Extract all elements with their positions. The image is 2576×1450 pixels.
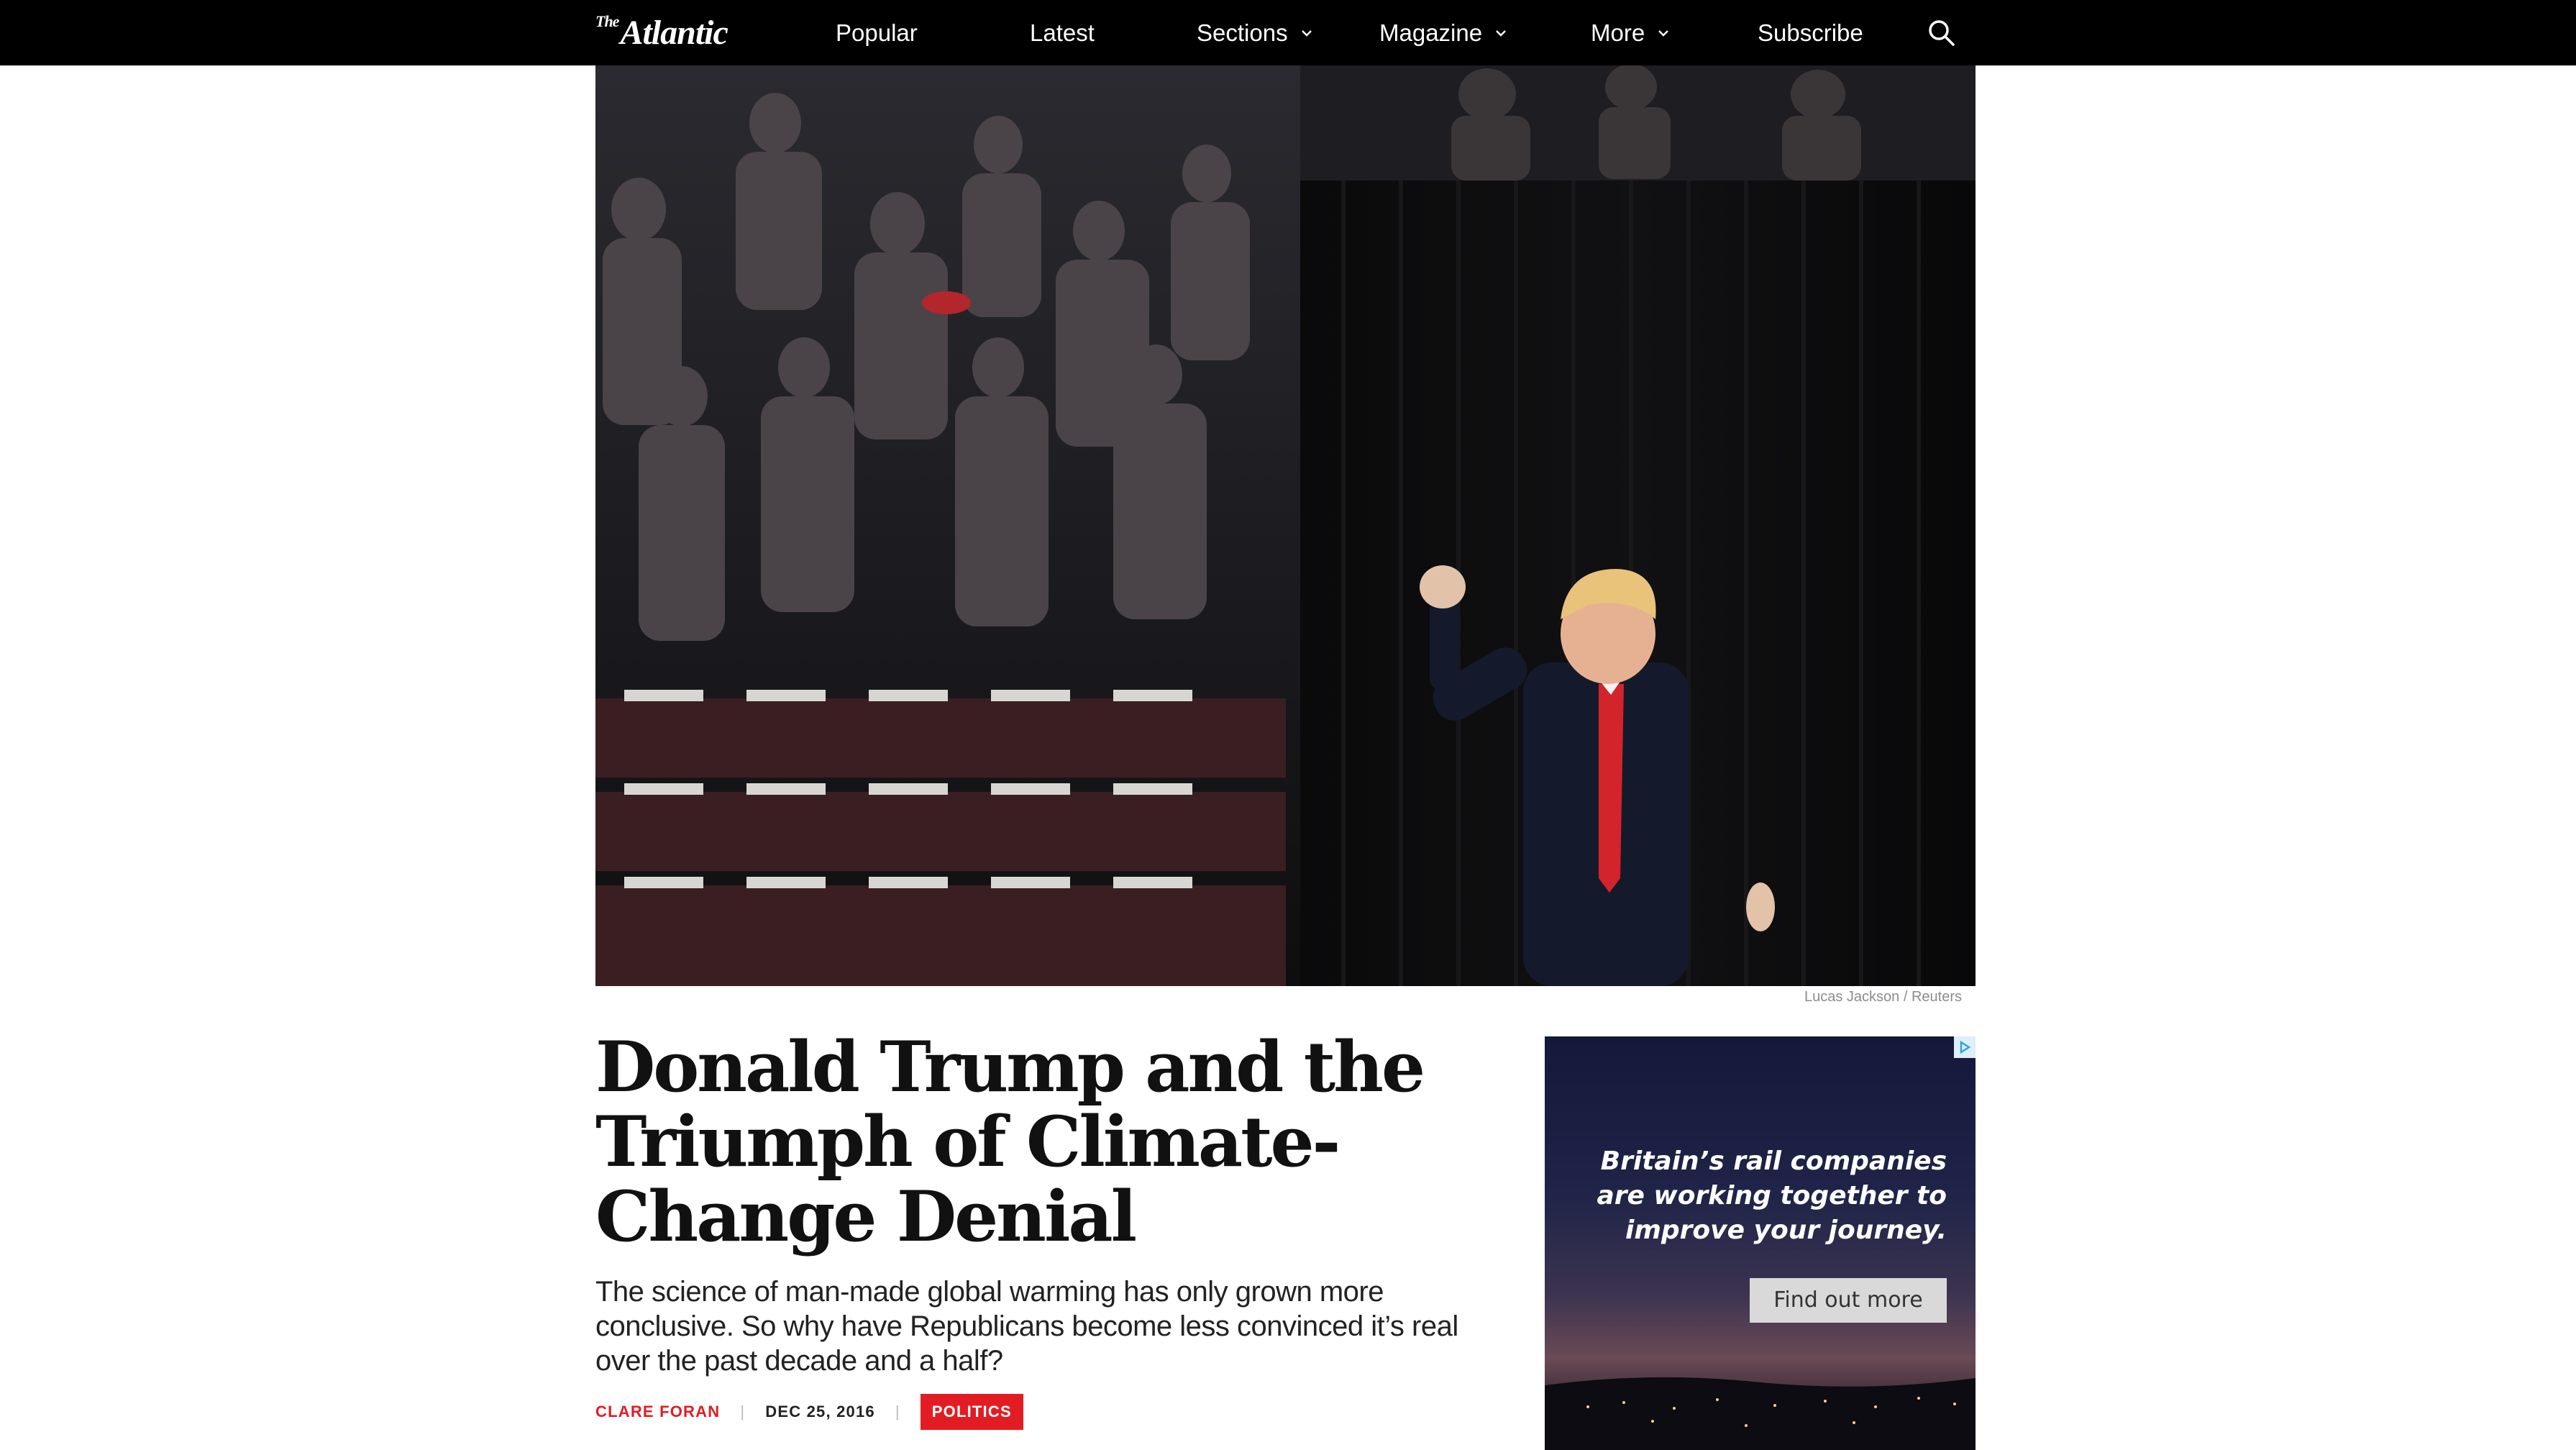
- nav-sections[interactable]: Sections: [1197, 0, 1315, 65]
- nav-more-label: More: [1591, 19, 1645, 46]
- article-byline: CLARE FORAN | DEC 25, 2016 | POLITICS: [595, 1394, 1023, 1430]
- nav-more[interactable]: More: [1591, 0, 1671, 65]
- publish-date: DEC 25, 2016: [765, 1403, 875, 1421]
- hero-photo: [595, 65, 1976, 986]
- ad-find-out-more-button[interactable]: Find out more: [1750, 1278, 1947, 1323]
- adchoices-icon: [1960, 1040, 1971, 1054]
- chevron-down-icon: [1496, 30, 1507, 37]
- search-icon: [1929, 20, 1955, 46]
- nav-latest-label: Latest: [1030, 19, 1095, 46]
- atlantic-logo[interactable]: TheAtlantic: [595, 9, 729, 58]
- nav-popular[interactable]: Popular: [836, 0, 918, 65]
- chevron-down-icon: [1658, 30, 1669, 37]
- rally-photo-illustration: [595, 65, 1976, 986]
- advertisement[interactable]: Britain’s rail companies are working tog…: [1545, 1036, 1976, 1450]
- author-link[interactable]: CLARE FORAN: [595, 1403, 720, 1421]
- nav-subscribe[interactable]: Subscribe: [1758, 0, 1863, 65]
- top-navigation-bar: TheAtlantic Popular Latest Sections Maga…: [0, 0, 2576, 65]
- ad-landscape-image: [1545, 1377, 1976, 1450]
- article-headline: Donald Trump and the Triumph of Climate-…: [595, 1026, 1425, 1257]
- chevron-down-icon: [1301, 30, 1312, 37]
- search-button[interactable]: [1926, 17, 1958, 49]
- nav-sections-label: Sections: [1197, 19, 1288, 46]
- byline-separator: |: [740, 1403, 746, 1421]
- nav-latest[interactable]: Latest: [1030, 0, 1095, 65]
- nav-magazine[interactable]: Magazine: [1379, 0, 1509, 65]
- nav-magazine-label: Magazine: [1379, 19, 1483, 46]
- nav-popular-label: Popular: [836, 19, 918, 46]
- photo-credit: Lucas Jackson / Reuters: [1804, 989, 1962, 1005]
- byline-separator: |: [895, 1403, 900, 1421]
- nav-subscribe-label: Subscribe: [1758, 19, 1863, 46]
- adchoices-button[interactable]: [1954, 1036, 1976, 1058]
- section-tag-politics[interactable]: POLITICS: [920, 1394, 1023, 1430]
- article-dek: The science of man-made global warming h…: [595, 1276, 1458, 1377]
- ad-copy: Britain’s rail companies are working tog…: [1597, 1146, 1947, 1245]
